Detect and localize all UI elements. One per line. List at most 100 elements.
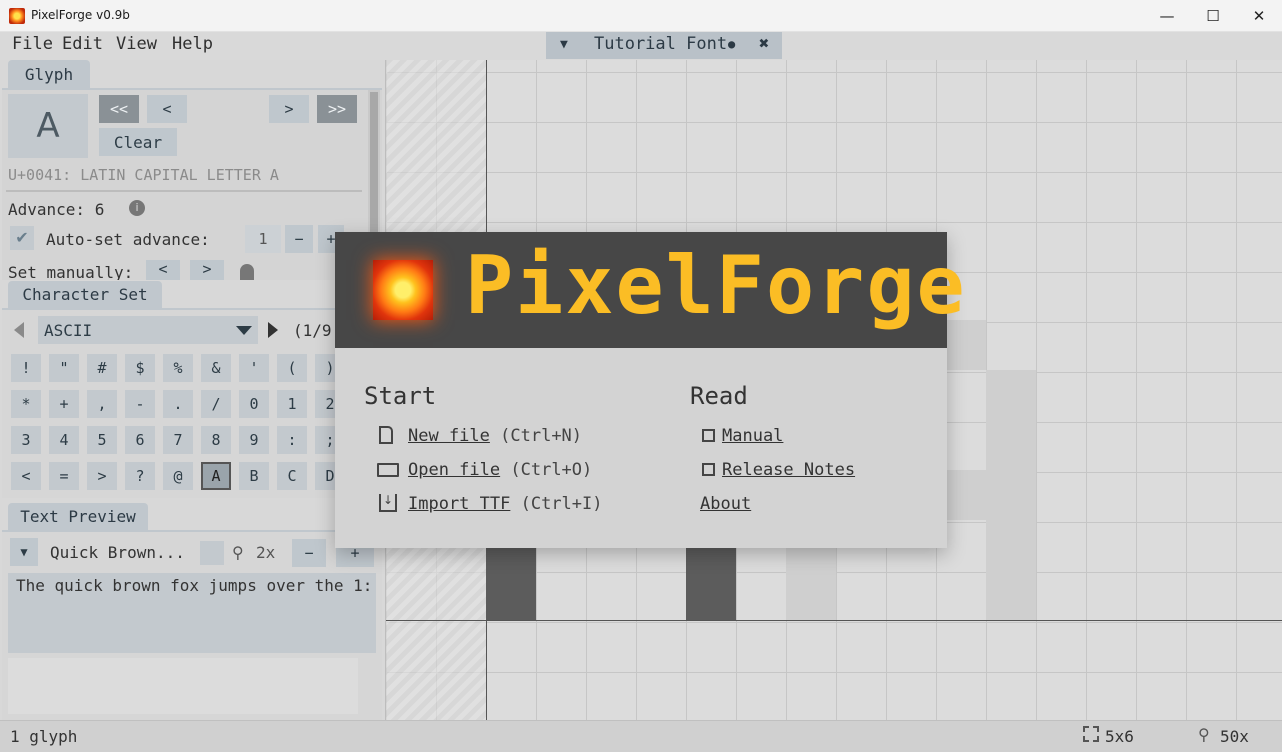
char-cell[interactable]: A (201, 462, 231, 490)
advance-value-input[interactable]: 1 (245, 225, 281, 253)
prev-glyph-button[interactable]: < (147, 95, 187, 123)
set-manually-label: Set manually: (8, 263, 134, 280)
advance-decrement-button[interactable]: − (285, 225, 313, 253)
release-notes-link[interactable]: Release Notes (722, 460, 855, 480)
char-cell[interactable]: @ (163, 462, 193, 490)
clear-button[interactable]: Clear (99, 128, 177, 156)
menu-help[interactable]: Help (172, 34, 213, 54)
close-window-button[interactable]: ✕ (1236, 0, 1282, 32)
char-cell[interactable]: # (87, 354, 117, 382)
title-bar (0, 0, 1282, 32)
char-cell[interactable]: < (11, 462, 41, 490)
manual-link[interactable]: Manual (722, 426, 783, 446)
char-cell[interactable]: 7 (163, 426, 193, 454)
open-file-link[interactable]: Open file (Ctrl+O) (408, 460, 592, 480)
auto-advance-checkbox[interactable]: ✔ (10, 226, 34, 250)
preview-render-area (8, 658, 358, 714)
about-label: About (700, 494, 752, 514)
preview-zoom: 2x (256, 543, 276, 562)
canvas-zoom: 50x (1220, 727, 1249, 746)
char-cell[interactable]: , (87, 390, 117, 418)
char-cell[interactable]: 0 (239, 390, 269, 418)
char-cell[interactable]: 4 (49, 426, 79, 454)
char-cell[interactable]: : (277, 426, 307, 454)
char-cell[interactable]: ' (239, 354, 269, 382)
char-cell[interactable]: 5 (87, 426, 117, 454)
last-glyph-button[interactable]: >> (317, 95, 357, 123)
pixel-filled[interactable] (486, 548, 536, 620)
char-cell[interactable]: * (11, 390, 41, 418)
char-cell[interactable]: - (125, 390, 155, 418)
char-cell[interactable]: 6 (125, 426, 155, 454)
tab-character-set[interactable]: Character Set (8, 281, 162, 308)
char-cell[interactable]: C (277, 462, 307, 490)
unsaved-dot-icon: ● (728, 37, 736, 51)
open-folder-icon (377, 463, 399, 477)
char-cell[interactable]: ! (11, 354, 41, 382)
char-cell[interactable]: / (201, 390, 231, 418)
char-cell[interactable]: > (87, 462, 117, 490)
import-ttf-shortcut: (Ctrl+I) (520, 494, 603, 514)
menu-view[interactable]: View (116, 34, 157, 54)
manual-left-button[interactable]: < (146, 260, 180, 280)
preview-preset[interactable]: Quick Brown... (50, 543, 185, 562)
canvas-size-icon (1083, 726, 1099, 742)
auto-advance-label: Auto-set advance: (46, 230, 210, 249)
chevron-down-icon[interactable] (236, 326, 252, 335)
char-cell[interactable]: " (49, 354, 79, 382)
first-glyph-button[interactable]: << (99, 95, 139, 123)
file-tab-close-icon[interactable]: ✖ (759, 34, 769, 54)
advance-label: Advance: 6 (8, 200, 105, 219)
manual-right-button[interactable]: > (190, 260, 224, 280)
char-cell[interactable]: ( (277, 354, 307, 382)
maximize-button[interactable]: ☐ (1190, 0, 1236, 32)
char-cell[interactable]: . (163, 390, 193, 418)
info-icon[interactable]: i (129, 200, 145, 216)
tab-text-preview[interactable]: Text Preview (8, 503, 148, 530)
open-file-shortcut: (Ctrl+O) (510, 460, 593, 480)
tab-glyph[interactable]: Glyph (8, 60, 90, 88)
import-ttf-link[interactable]: Import TTF (Ctrl+I) (408, 494, 603, 514)
char-cell[interactable]: = (49, 462, 79, 490)
new-file-icon (379, 426, 393, 444)
about-link[interactable]: About (700, 494, 751, 514)
zoom-icon: ⚲ (1198, 725, 1210, 744)
color-swatch[interactable] (200, 541, 224, 565)
char-cell[interactable]: + (49, 390, 79, 418)
pixel-filled[interactable] (686, 548, 736, 620)
char-cell[interactable]: 9 (239, 426, 269, 454)
pixel-ghost (986, 370, 1036, 620)
preview-dropdown-icon[interactable]: ▼ (10, 538, 38, 566)
baseline-line (386, 620, 1282, 621)
char-cell[interactable]: 3 (11, 426, 41, 454)
char-cell[interactable]: 1 (277, 390, 307, 418)
import-icon: ↓ (379, 494, 397, 512)
minimize-button[interactable]: — (1144, 0, 1190, 32)
prev-page-icon[interactable] (14, 322, 24, 338)
glyph-count: 1 glyph (10, 727, 78, 746)
new-file-label: New file (408, 426, 490, 446)
char-cell[interactable]: & (201, 354, 231, 382)
new-file-link[interactable]: New file (Ctrl+N) (408, 426, 582, 446)
canvas-size: 5x6 (1105, 727, 1134, 746)
page-indicator: (1/9 (293, 321, 332, 340)
zoom-out-button[interactable]: − (292, 539, 326, 567)
file-tab-dropdown-icon[interactable]: ▼ (560, 37, 568, 52)
app-icon (9, 8, 25, 24)
info-icon[interactable] (240, 264, 254, 280)
read-heading: Read (690, 382, 748, 410)
char-cell[interactable]: % (163, 354, 193, 382)
logo-icon (373, 260, 433, 320)
preview-text-input[interactable]: The quick brown fox jumps over the 1: (8, 573, 376, 653)
menu-file[interactable]: File (12, 34, 53, 54)
logo-text: PixelForge (465, 239, 967, 332)
zoom-icon: ⚲ (232, 543, 244, 562)
next-glyph-button[interactable]: > (269, 95, 309, 123)
next-page-icon[interactable] (268, 322, 278, 338)
char-cell[interactable]: ? (125, 462, 155, 490)
menu-edit[interactable]: Edit (62, 34, 103, 54)
charset-select[interactable]: ASCII (38, 316, 258, 344)
char-cell[interactable]: B (239, 462, 269, 490)
char-cell[interactable]: $ (125, 354, 155, 382)
char-cell[interactable]: 8 (201, 426, 231, 454)
